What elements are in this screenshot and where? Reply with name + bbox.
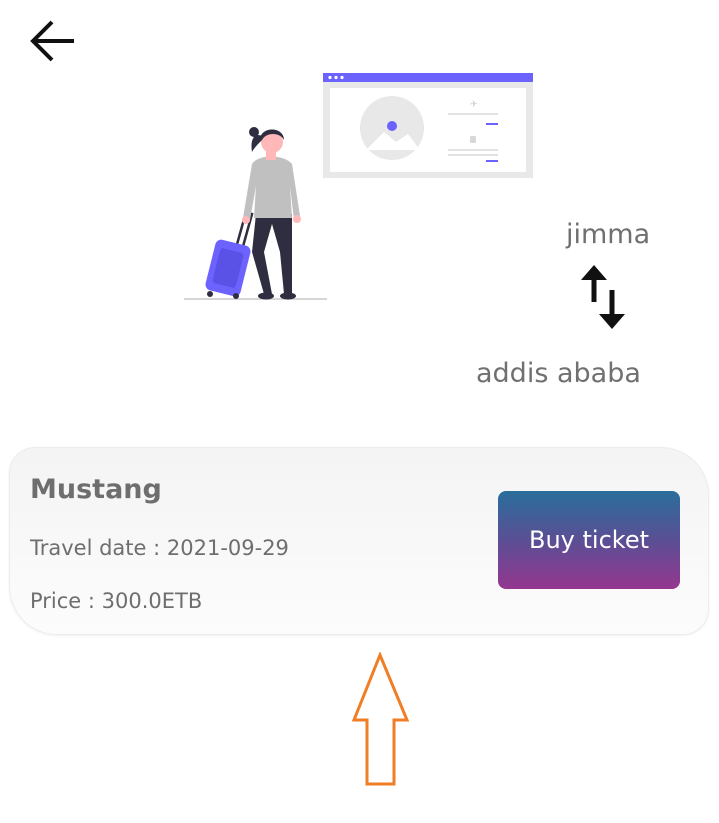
travel-date: Travel date : 2021-09-29 — [30, 536, 289, 560]
route-origin: jimma — [566, 219, 651, 250]
ticket-price: Price : 300.0ETB — [30, 589, 203, 613]
route-destination: addis ababa — [476, 358, 641, 389]
arrow-left-icon — [30, 20, 74, 62]
back-button[interactable] — [26, 16, 82, 68]
trip-card: Mustang Travel date : 2021-09-29 Price :… — [9, 447, 709, 635]
arrow-up-outline-icon — [350, 651, 412, 794]
swap-vertical-icon — [581, 265, 625, 329]
svg-text:✈: ✈ — [470, 100, 478, 110]
bus-name: Mustang — [30, 474, 162, 505]
swap-route-button[interactable] — [576, 262, 634, 334]
browser-window-illustration: ✈ — [322, 72, 536, 186]
buy-ticket-button[interactable]: Buy ticket — [498, 491, 680, 589]
traveler-illustration — [180, 124, 330, 308]
